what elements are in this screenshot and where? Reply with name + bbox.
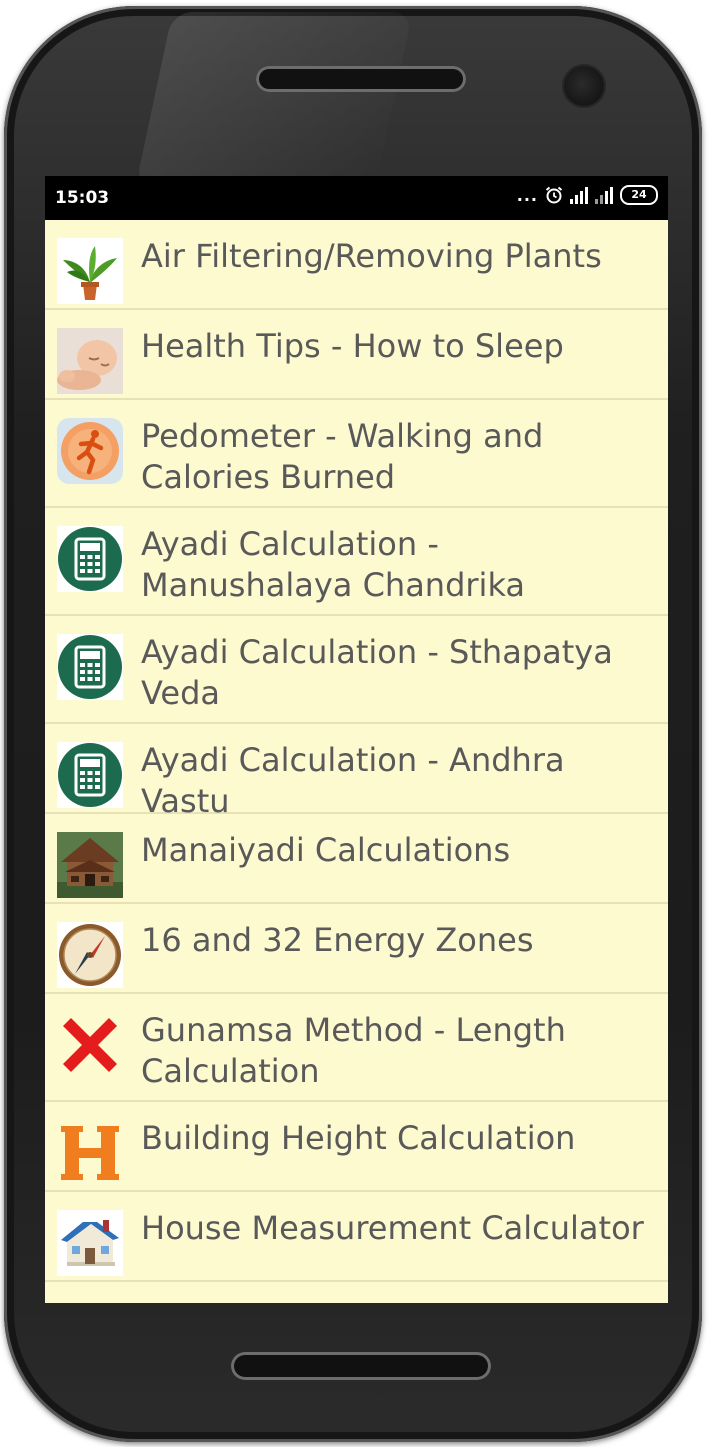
status-time: 15:03 — [55, 188, 110, 208]
list-item[interactable]: Air Filtering/Removing Plants — [45, 220, 668, 310]
list-item[interactable]: Manaiyadi Calculations — [45, 814, 668, 904]
app-list: Air Filtering/Removing Plants Health Tip… — [45, 220, 668, 1303]
battery-icon: 24 — [620, 185, 658, 205]
list-item[interactable]: Health Tips - How to Sleep — [45, 310, 668, 400]
glass-sheen — [135, 12, 413, 187]
house-icon — [57, 1210, 123, 1276]
red-x-icon — [57, 1012, 123, 1078]
item-label: Building Height Calculation — [141, 1119, 576, 1157]
list-item[interactable]: Ayadi Calculation - Andhra Vastu — [45, 724, 668, 820]
item-label: Health Tips - How to Sleep — [141, 327, 564, 365]
bottom-speaker — [231, 1352, 491, 1380]
calculator-icon — [57, 634, 123, 700]
sleeping-baby-icon — [57, 328, 123, 394]
calculator-icon — [57, 742, 123, 808]
list-item[interactable]: Building Height Calculation — [45, 1102, 668, 1192]
calculator-icon — [57, 526, 123, 592]
list-item[interactable] — [45, 1282, 668, 1303]
status-bar: 15:03 ... 24 — [45, 176, 668, 220]
plant-icon — [57, 238, 123, 304]
item-label: Pedometer - Walking and Calories Burned — [141, 417, 544, 496]
item-label: Ayadi Calculation - Manushalaya Chandrik… — [141, 525, 526, 604]
list-item[interactable]: 16 and 32 Energy Zones — [45, 904, 668, 994]
alarm-icon — [545, 186, 563, 204]
item-label: 16 and 32 Energy Zones — [141, 921, 534, 959]
item-label: Manaiyadi Calculations — [141, 831, 511, 869]
list-item[interactable]: Gunamsa Method - Length Calculation — [45, 994, 668, 1102]
signal-icon — [595, 186, 613, 204]
earpiece-speaker — [256, 66, 466, 92]
item-label: Ayadi Calculation - Andhra Vastu — [141, 741, 565, 820]
list-item[interactable]: Ayadi Calculation - Sthapatya Veda — [45, 616, 668, 724]
item-label: House Measurement Calculator — [141, 1209, 644, 1247]
item-label: Air Filtering/Removing Plants — [141, 237, 602, 275]
more-notifications-icon: ... — [516, 185, 538, 205]
list-item[interactable]: House Measurement Calculator — [45, 1192, 668, 1282]
traditional-house-icon — [57, 832, 123, 898]
screen: 15:03 ... 24 Air Filtering/Removing Plan… — [45, 176, 668, 1303]
front-camera — [564, 66, 604, 106]
item-label: Ayadi Calculation - Sthapatya Veda — [141, 633, 613, 712]
runner-icon — [57, 418, 123, 484]
status-icons: ... 24 — [517, 185, 658, 205]
compass-icon — [57, 922, 123, 988]
letter-h-icon — [57, 1120, 123, 1186]
list-item[interactable]: Pedometer - Walking and Calories Burned — [45, 400, 668, 508]
list-item[interactable]: Ayadi Calculation - Manushalaya Chandrik… — [45, 508, 668, 616]
signal-roaming-icon — [570, 186, 588, 204]
partial-item-icon — [57, 1300, 123, 1303]
item-label: Gunamsa Method - Length Calculation — [141, 1011, 566, 1090]
